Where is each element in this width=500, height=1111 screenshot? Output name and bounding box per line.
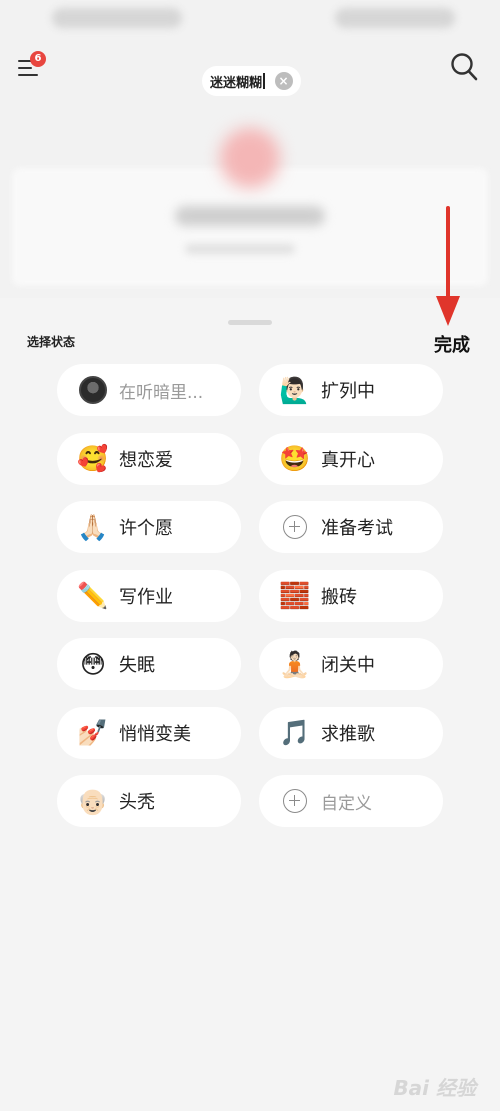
status-bar xyxy=(0,0,500,40)
emoji-icon: 🧘🏻 xyxy=(279,649,311,679)
clear-icon[interactable]: × xyxy=(274,72,293,90)
search-icon xyxy=(451,53,478,81)
status-option[interactable]: 🧘🏻 闭关中 xyxy=(259,638,443,690)
status-option-label: 扩列中 xyxy=(321,381,375,402)
avatar-icon xyxy=(77,374,109,406)
status-option[interactable]: 🙋🏻‍♂️ 扩列中 xyxy=(259,364,443,416)
plus-circle-icon xyxy=(279,785,311,817)
sheet-title: 选择状态 xyxy=(27,335,76,349)
done-button[interactable]: 完成 xyxy=(434,331,470,357)
watermark: Bai 经验 xyxy=(393,1076,476,1100)
menu-icon-line xyxy=(18,74,38,77)
plus-circle-shape xyxy=(283,515,307,539)
status-option[interactable]: 在听暗里... xyxy=(57,364,241,416)
status-picker-sheet xyxy=(0,298,500,1111)
emoji-icon: ✏️ xyxy=(77,581,109,610)
nickname-value: 迷迷糊糊 xyxy=(210,75,263,91)
status-option[interactable]: 💅🏻 悄悄变美 xyxy=(57,706,241,759)
emoji-icon: 🥰 xyxy=(77,444,109,473)
status-option[interactable]: 🧱 搬砖 xyxy=(259,569,443,622)
status-bar-time-blurred xyxy=(335,8,455,28)
status-option-label: 真开心 xyxy=(321,449,375,471)
plus-circle-shape xyxy=(283,789,307,813)
status-option-label: 悄悄变美 xyxy=(119,723,191,745)
status-option[interactable]: 🥰 想恋爱 xyxy=(57,432,241,485)
search-button[interactable] xyxy=(450,52,478,82)
avatar-image xyxy=(79,376,107,404)
emoji-icon: 💅🏻 xyxy=(77,718,109,747)
status-option[interactable]: 准备考试 xyxy=(259,501,443,553)
status-option-label: 头秃 xyxy=(119,792,155,813)
status-option-label: 准备考试 xyxy=(321,518,393,539)
status-option[interactable]: 🙏🏻 许个愿 xyxy=(57,501,241,553)
status-option[interactable]: 👴🏻 头秃 xyxy=(57,775,241,827)
status-option-label: 想恋爱 xyxy=(119,449,173,471)
status-option[interactable]: 😳 失眠 xyxy=(57,638,241,690)
status-option[interactable]: 自定义 xyxy=(259,775,443,827)
red-arrow-annotation xyxy=(436,206,460,326)
nickname-input[interactable]: 迷迷糊糊 × xyxy=(202,66,301,96)
sheet-drag-handle[interactable] xyxy=(228,320,272,325)
emoji-icon: 🤩 xyxy=(279,444,311,473)
status-option[interactable]: 🎵 求推歌 xyxy=(259,706,443,759)
emoji-icon: 😳 xyxy=(79,649,107,679)
status-option[interactable]: ✏️ 写作业 xyxy=(57,569,241,622)
emoji-icon: 🎵 xyxy=(279,718,311,747)
emoji-icon: 👴🏻 xyxy=(77,786,109,816)
menu-icon-line xyxy=(18,67,32,70)
status-bar-carrier-blurred xyxy=(52,8,182,28)
emoji-icon: 🙏🏻 xyxy=(77,512,109,542)
emoji-icon: 🙋🏻‍♂️ xyxy=(279,375,311,405)
profile-name-blurred xyxy=(175,206,325,226)
emoji-icon: 🧱 xyxy=(279,581,311,610)
status-option-label: 求推歌 xyxy=(321,723,375,745)
status-option-label: 闭关中 xyxy=(321,655,375,676)
status-option-label: 在听暗里... xyxy=(119,382,204,403)
status-option-label: 写作业 xyxy=(119,586,173,608)
status-option[interactable]: 🤩 真开心 xyxy=(259,432,443,485)
status-option-label: 自定义 xyxy=(321,793,372,814)
profile-avatar-blurred xyxy=(220,128,280,188)
plus-circle-icon xyxy=(279,511,311,543)
status-option-label: 许个愿 xyxy=(119,518,173,539)
status-option-label: 失眠 xyxy=(119,655,155,676)
text-cursor xyxy=(263,73,265,89)
profile-meta-blurred xyxy=(185,244,295,254)
status-option-label: 搬砖 xyxy=(321,586,357,608)
notification-badge: 6 xyxy=(30,51,46,67)
